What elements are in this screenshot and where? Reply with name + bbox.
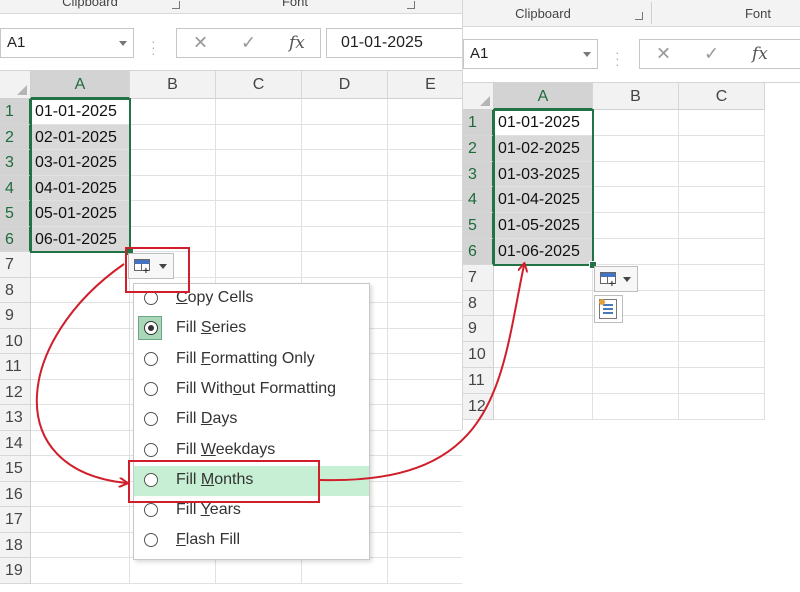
- annotation-arrows: [35, 0, 800, 592]
- arrow-autofill-to-fill-months: [35, 263, 126, 483]
- arrow-fill-months-to-result: [319, 265, 524, 482]
